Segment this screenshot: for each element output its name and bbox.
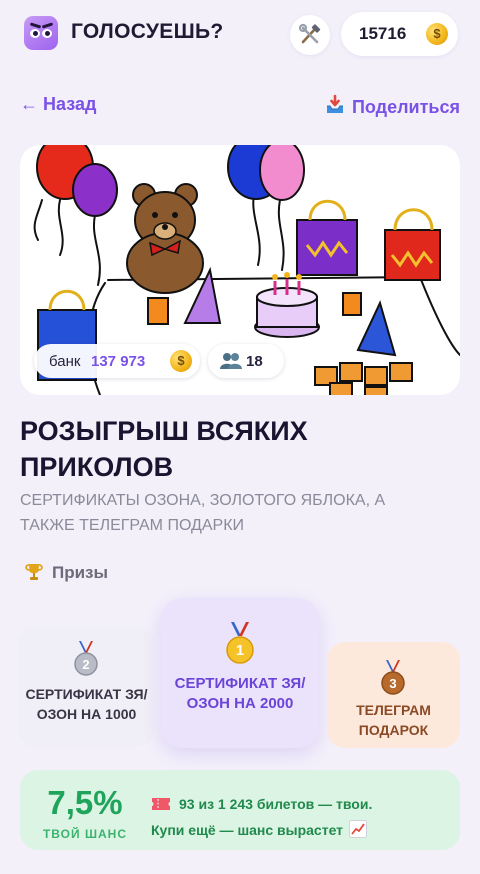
svg-text:1: 1 [236,642,244,659]
bank-value: 137 973 [91,353,146,370]
inbox-tray-icon [326,94,343,113]
prize-card-1[interactable]: 1 СЕРТИФИКАТ ЗЯ/ОЗОН НА 2000 [161,598,319,748]
coin-icon: $ [170,350,192,372]
raffle-description: СЕРТИФИКАТЫ ОЗОНА, ЗОЛОТОГО ЯБЛОКА, А ТА… [20,492,386,534]
raffle-title: РОЗЫГРЫШ ВСЯКИХ ПРИКОЛОВ [20,416,308,482]
buy-more-text[interactable]: Купи ещё — шанс вырастет [151,820,368,838]
prize-name: СЕРТИФИКАТ ЗЯ/ОЗОН НА 2000 [174,675,306,712]
chance-percent: 7,5% [47,784,123,821]
svg-text:3: 3 [389,676,396,691]
owl-logo-icon [24,16,58,50]
silver-medal-icon: 2 [74,641,98,676]
bank-label: банк [49,353,81,370]
prizes-heading: Призы [24,562,108,583]
app-title: ГОЛОСУЕШЬ? [71,20,224,43]
participants-pill: 18 [208,344,284,378]
balance-value: 15716 [359,24,407,43]
trophy-icon [25,564,43,580]
gold-medal-icon: 1 [226,622,254,664]
tickets-label: 93 из 1 243 билетов — твои. [179,796,373,812]
share-button[interactable]: Поделиться [324,94,460,118]
svg-text:2: 2 [82,657,89,672]
prize-name: СЕРТИФИКАТ ЗЯ/ОЗОН НА 1000 [25,686,148,722]
nav-bar: ← Назад Поделиться [0,88,480,122]
chance-card: 7,5% ТВОЙ ШАНС 93 из 1 243 билетов — тво… [20,770,460,850]
chart-increasing-icon [349,820,368,838]
people-icon [220,353,242,369]
balance-pill[interactable]: 15716 $ [341,12,458,56]
prize-card-3[interactable]: 3 ТЕЛЕГРАМ ПОДАРОК [327,642,460,748]
tools-button[interactable] [290,15,330,55]
participants-count: 18 [246,353,263,370]
buy-more-label: Купи ещё — шанс вырастет [151,822,344,838]
prizes-heading-label: Призы [52,563,109,582]
tickets-text: 93 из 1 243 билетов — твои. [151,796,372,812]
hammer-wrench-icon [298,23,321,44]
share-label: Поделиться [351,97,460,117]
chance-label: ТВОЙ ШАНС [42,827,128,841]
back-button[interactable]: ← Назад [20,94,96,115]
bank-pill: банк 137 973 $ [34,344,200,378]
ticket-icon [152,798,170,810]
raffle-banner: банк 137 973 $ 18 [20,145,460,395]
top-bar: ГОЛОСУЕШЬ? 15716 $ [0,0,480,70]
bronze-medal-icon: 3 [381,660,405,695]
coin-icon: $ [426,23,448,45]
prize-name: ТЕЛЕГРАМ ПОДАРОК [356,702,431,738]
prize-card-2[interactable]: 2 СЕРТИФИКАТ ЗЯ/ОЗОН НА 1000 [18,627,155,747]
